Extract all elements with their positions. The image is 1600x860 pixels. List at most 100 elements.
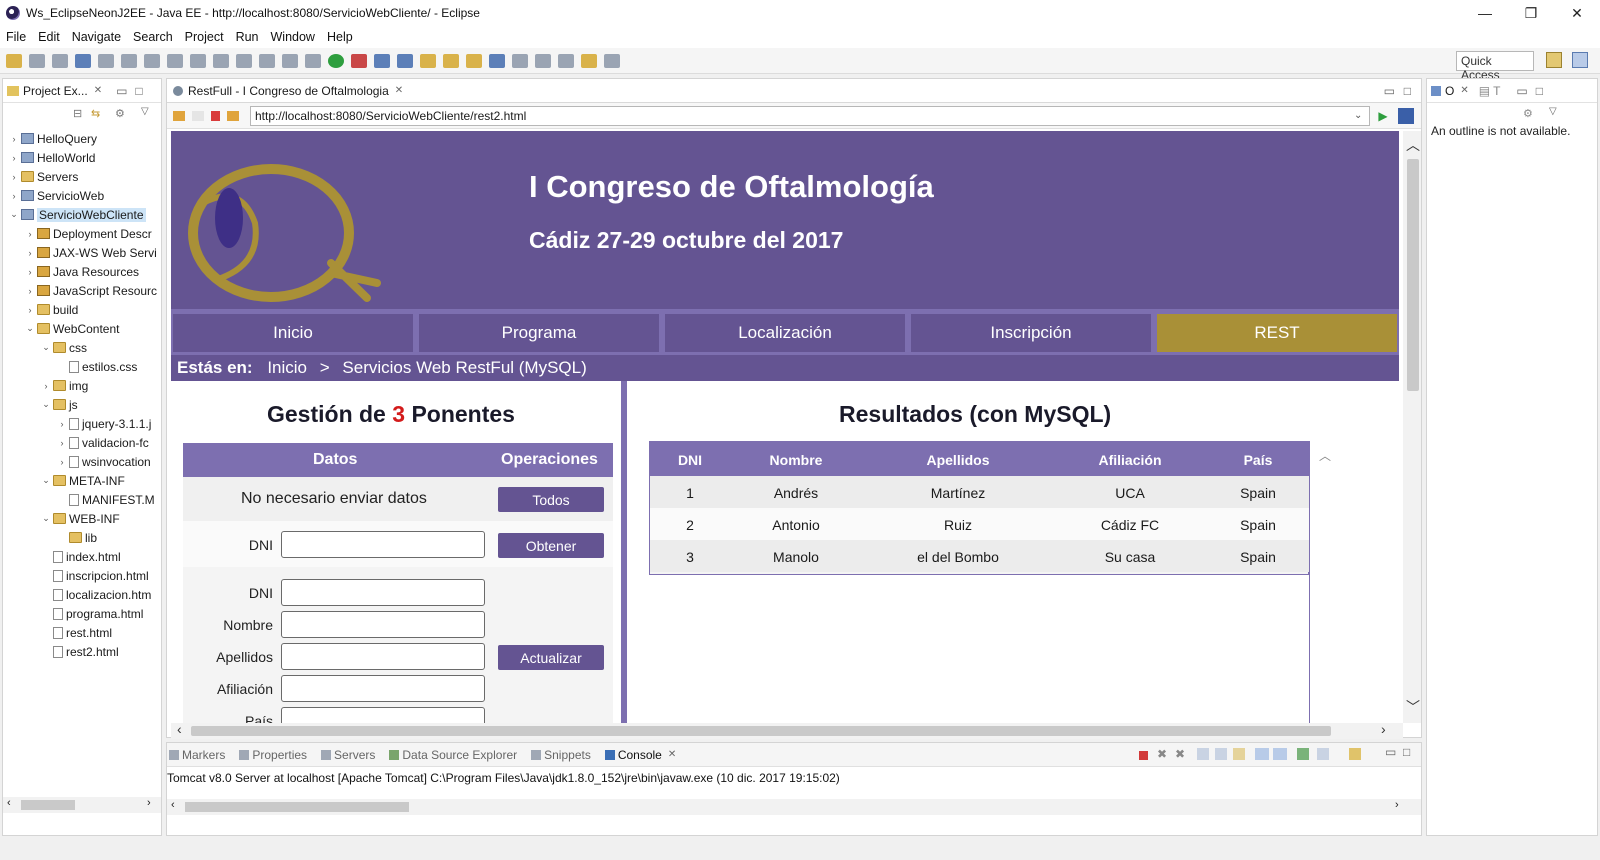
close-icon[interactable]: ✕ (94, 85, 102, 96)
tab-markers[interactable]: Markers (169, 748, 225, 762)
debug-icon[interactable] (305, 53, 321, 68)
step-return-icon[interactable] (259, 53, 275, 68)
stop-icon[interactable] (211, 110, 220, 121)
menu-edit[interactable]: Edit (38, 30, 60, 44)
scroll-right-icon[interactable]: › (1381, 721, 1386, 737)
tab-console[interactable]: Console ✕ (604, 748, 676, 762)
afiliacion-input[interactable] (281, 675, 485, 702)
menu-window[interactable]: Window (271, 30, 315, 44)
remove-launch-icon[interactable]: ✖ (1157, 747, 1167, 761)
view-menu-icon[interactable]: ▽ (1549, 106, 1557, 117)
todos-button[interactable]: Todos (498, 487, 604, 512)
menu-search[interactable]: Search (133, 30, 173, 44)
run-icon[interactable] (328, 53, 344, 68)
menu-help[interactable]: Help (327, 30, 353, 44)
obtener-button[interactable]: Obtener (498, 533, 604, 558)
tree-item[interactable]: ⌄ WebContent (3, 319, 161, 338)
minimize-view-icon[interactable]: ▭ (1385, 745, 1396, 759)
back-icon[interactable] (581, 53, 597, 68)
nav-inscripcion[interactable]: Inscripción (911, 314, 1151, 352)
dni-update-input[interactable] (281, 579, 485, 606)
open-task-icon[interactable] (443, 53, 459, 68)
go-icon[interactable]: ▶ (1378, 109, 1387, 123)
browser-icon[interactable] (489, 53, 505, 68)
pais-input[interactable] (281, 707, 485, 723)
maximize-editor-icon[interactable]: □ (1404, 84, 1411, 98)
maximize-view-icon[interactable]: □ (135, 84, 142, 98)
tree-item[interactable]: rest2.html (3, 642, 161, 661)
vertical-scrollbar[interactable]: ︿ ﹀ (1403, 131, 1421, 723)
breadcrumb-home-link[interactable]: Inicio (267, 358, 307, 377)
tree-item[interactable]: localizacion.htm (3, 585, 161, 604)
tree-item[interactable]: ⌄ WEB-INF (3, 509, 161, 528)
step-over-icon[interactable] (236, 53, 252, 68)
apellidos-input[interactable] (281, 643, 485, 670)
tree-item[interactable]: › Deployment Descr (3, 224, 161, 243)
new-wizard-icon[interactable] (397, 53, 413, 68)
chevron-down-icon[interactable]: ⌄ (41, 342, 51, 353)
task-list-tab-label[interactable]: T (1493, 84, 1500, 98)
tree-item[interactable]: › Servers (3, 167, 161, 186)
tab-properties[interactable]: Properties (239, 748, 307, 762)
terminate-icon[interactable] (167, 53, 183, 68)
editor-tab[interactable]: RestFull - I Congreso de Oftalmologia ✕ … (167, 79, 1421, 103)
tree-item[interactable]: ⌄ ServicioWebCliente (3, 205, 161, 224)
chevron-right-icon[interactable]: › (25, 267, 35, 277)
chevron-right-icon[interactable]: › (57, 419, 67, 429)
outline-tab[interactable]: O ✕ ▤ T ▭ □ (1427, 79, 1597, 103)
quick-access-input[interactable]: Quick Access (1456, 51, 1534, 82)
close-button[interactable]: ✕ (1554, 0, 1600, 26)
tab-servers[interactable]: Servers (321, 748, 375, 762)
tree-item[interactable]: inscripcion.html (3, 566, 161, 585)
tree-item[interactable]: › JavaScript Resourc (3, 281, 161, 300)
minimize-editor-icon[interactable]: ▭ (1384, 84, 1395, 98)
maximize-view-icon[interactable]: □ (1403, 745, 1410, 759)
chevron-right-icon[interactable]: › (9, 191, 19, 201)
tree-item[interactable]: › jquery-3.1.1.j (3, 414, 161, 433)
nav-rest[interactable]: REST (1157, 314, 1397, 352)
pin-console-icon[interactable] (1297, 748, 1309, 760)
open-type-icon[interactable] (420, 53, 436, 68)
scroll-up-icon[interactable]: ︿ (1406, 135, 1420, 155)
url-input[interactable]: http://localhost:8080/ServicioWebCliente… (250, 105, 1370, 126)
minimize-button[interactable]: — (1462, 0, 1508, 26)
scroll-lock-icon[interactable] (1215, 748, 1227, 760)
chevron-right-icon[interactable]: › (25, 248, 35, 258)
chevron-down-icon[interactable]: ⌄ (41, 513, 51, 524)
scroll-thumb[interactable] (185, 802, 409, 812)
tree-item[interactable]: › HelloQuery (3, 129, 161, 148)
dni-input[interactable] (281, 531, 485, 558)
task-list-icon[interactable]: ▤ (1479, 84, 1490, 98)
nav-localizacion[interactable]: Localización (665, 314, 905, 352)
close-tab-icon[interactable]: ✕ (395, 85, 403, 96)
scroll-thumb[interactable] (1407, 159, 1419, 391)
save-all-icon[interactable] (52, 53, 68, 68)
menu-run[interactable]: Run (236, 30, 259, 44)
tree-item[interactable]: › HelloWorld (3, 148, 161, 167)
show-stderr-icon[interactable] (1273, 748, 1287, 760)
tree-item[interactable]: index.html (3, 547, 161, 566)
annotation-prev-icon[interactable] (535, 53, 551, 68)
tree-item[interactable]: MANIFEST.M (3, 490, 161, 509)
new-server-icon[interactable] (374, 53, 390, 68)
chevron-right-icon[interactable]: › (57, 438, 67, 448)
chevron-right-icon[interactable]: › (9, 134, 19, 144)
new-icon[interactable] (6, 53, 22, 68)
horizontal-scrollbar[interactable]: ‹ › (3, 797, 161, 813)
nav-programa[interactable]: Programa (419, 314, 659, 352)
tab-snippets[interactable]: Snippets (531, 748, 591, 762)
scroll-thumb[interactable] (191, 726, 1331, 736)
open-console-icon[interactable] (1349, 748, 1361, 760)
step-into-icon[interactable] (213, 53, 229, 68)
javaee-perspective-icon[interactable] (1572, 52, 1588, 68)
tree-item[interactable]: rest.html (3, 623, 161, 642)
tree-item[interactable]: lib (3, 528, 161, 547)
resume-icon[interactable] (121, 53, 137, 68)
close-icon[interactable]: ✕ (668, 749, 676, 760)
external-tools-icon[interactable] (351, 53, 367, 68)
disconnect-icon[interactable] (190, 53, 206, 68)
chevron-up-icon[interactable]: ︿ (1319, 447, 1331, 464)
chevron-right-icon[interactable]: › (57, 457, 67, 467)
project-explorer-tab[interactable]: Project Ex... ✕ ▭ □ (3, 79, 161, 103)
scroll-right-icon[interactable]: › (1395, 799, 1399, 811)
